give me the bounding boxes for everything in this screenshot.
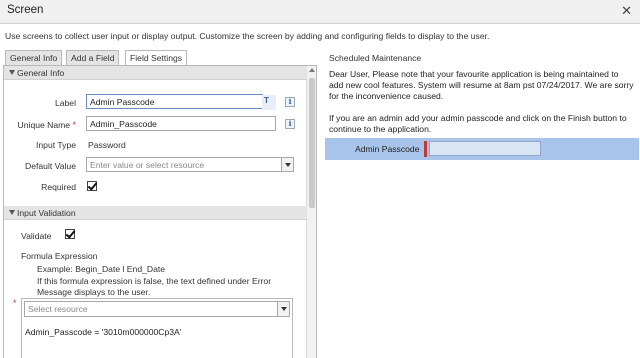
- preview-admin-passcode-field[interactable]: Admin Passcode: [325, 138, 639, 160]
- input-validation-section-header[interactable]: Input Validation: [4, 206, 307, 220]
- scroll-up-icon[interactable]: [309, 68, 315, 72]
- window-titlebar: Screen ✕: [0, 0, 640, 24]
- tab-add-a-field[interactable]: Add a Field: [66, 50, 120, 66]
- resource-picker-button[interactable]: T: [262, 95, 276, 110]
- required-label: Required: [41, 182, 76, 192]
- preview-message-1: Dear User, Please note that your favouri…: [329, 69, 634, 101]
- default-value-dropdown-button[interactable]: [281, 157, 294, 172]
- unique-name-label: Unique Name *: [9, 120, 76, 130]
- required-checkbox[interactable]: [87, 181, 97, 191]
- input-type-label: Input Type: [36, 140, 76, 150]
- collapse-triangle-icon: [9, 210, 15, 215]
- default-value-input[interactable]: Enter value or select resource: [86, 157, 282, 172]
- unique-name-input[interactable]: Admin_Passcode: [86, 116, 276, 131]
- formula-example-text: Example: Begin_Date l End_Date: [37, 264, 166, 274]
- field-settings-panel: General Info Label Admin Passcode T i Un…: [3, 65, 317, 358]
- formula-expression-text[interactable]: Admin_Passcode = '3010m000000Cp3A': [25, 327, 181, 337]
- required-star: *: [72, 120, 76, 130]
- input-type-value: Password: [88, 140, 126, 150]
- chevron-down-icon: [285, 163, 291, 167]
- chevron-down-icon: [281, 307, 287, 311]
- label-info-icon[interactable]: i: [285, 97, 295, 107]
- general-info-header-text: General Info: [17, 68, 65, 78]
- unique-name-info-icon[interactable]: i: [285, 119, 295, 129]
- default-value-label: Default Value: [25, 161, 76, 171]
- preview-field-label: Admin Passcode: [355, 144, 420, 154]
- screen-description: Use screens to collect user input or dis…: [5, 31, 490, 41]
- label-input[interactable]: Admin Passcode: [86, 94, 263, 109]
- preview-passcode-input[interactable]: [429, 141, 541, 156]
- select-resource-dropdown-button[interactable]: [277, 301, 290, 317]
- preview-message-2: If you are an admin add your admin passc…: [329, 113, 627, 134]
- collapse-triangle-icon: [9, 70, 15, 75]
- screen-preview-panel: Scheduled Maintenance Dear User, Please …: [325, 47, 639, 358]
- formula-editor: Select resource Admin_Passcode = '3010m0…: [21, 298, 293, 358]
- select-resource-dropdown[interactable]: Select resource: [24, 301, 290, 317]
- input-validation-header-text: Input Validation: [17, 208, 76, 218]
- formula-help-line2: Message displays to the user.: [37, 287, 151, 297]
- settings-scrollbar[interactable]: [306, 66, 316, 358]
- general-info-section-header[interactable]: General Info: [4, 66, 307, 80]
- validate-label: Validate: [21, 231, 52, 241]
- window-title: Screen: [7, 4, 44, 16]
- validate-checkbox[interactable]: [65, 229, 75, 239]
- preview-title: Scheduled Maintenance: [329, 53, 422, 63]
- close-icon[interactable]: ✕: [621, 3, 632, 19]
- label-field-label: Label: [54, 98, 76, 108]
- formula-help-line1: If this formula expression is false, the…: [37, 276, 272, 286]
- resource-picker-icon: T: [264, 96, 269, 105]
- formula-required-star: *: [13, 298, 17, 308]
- select-resource-placeholder: Select resource: [28, 304, 88, 314]
- formula-expression-label: Formula Expression: [21, 251, 98, 261]
- unique-name-label-text: Unique Name: [17, 120, 71, 130]
- required-indicator-bar: [424, 141, 427, 157]
- scrollbar-thumb[interactable]: [309, 78, 315, 208]
- tab-general-info[interactable]: General Info: [5, 50, 63, 66]
